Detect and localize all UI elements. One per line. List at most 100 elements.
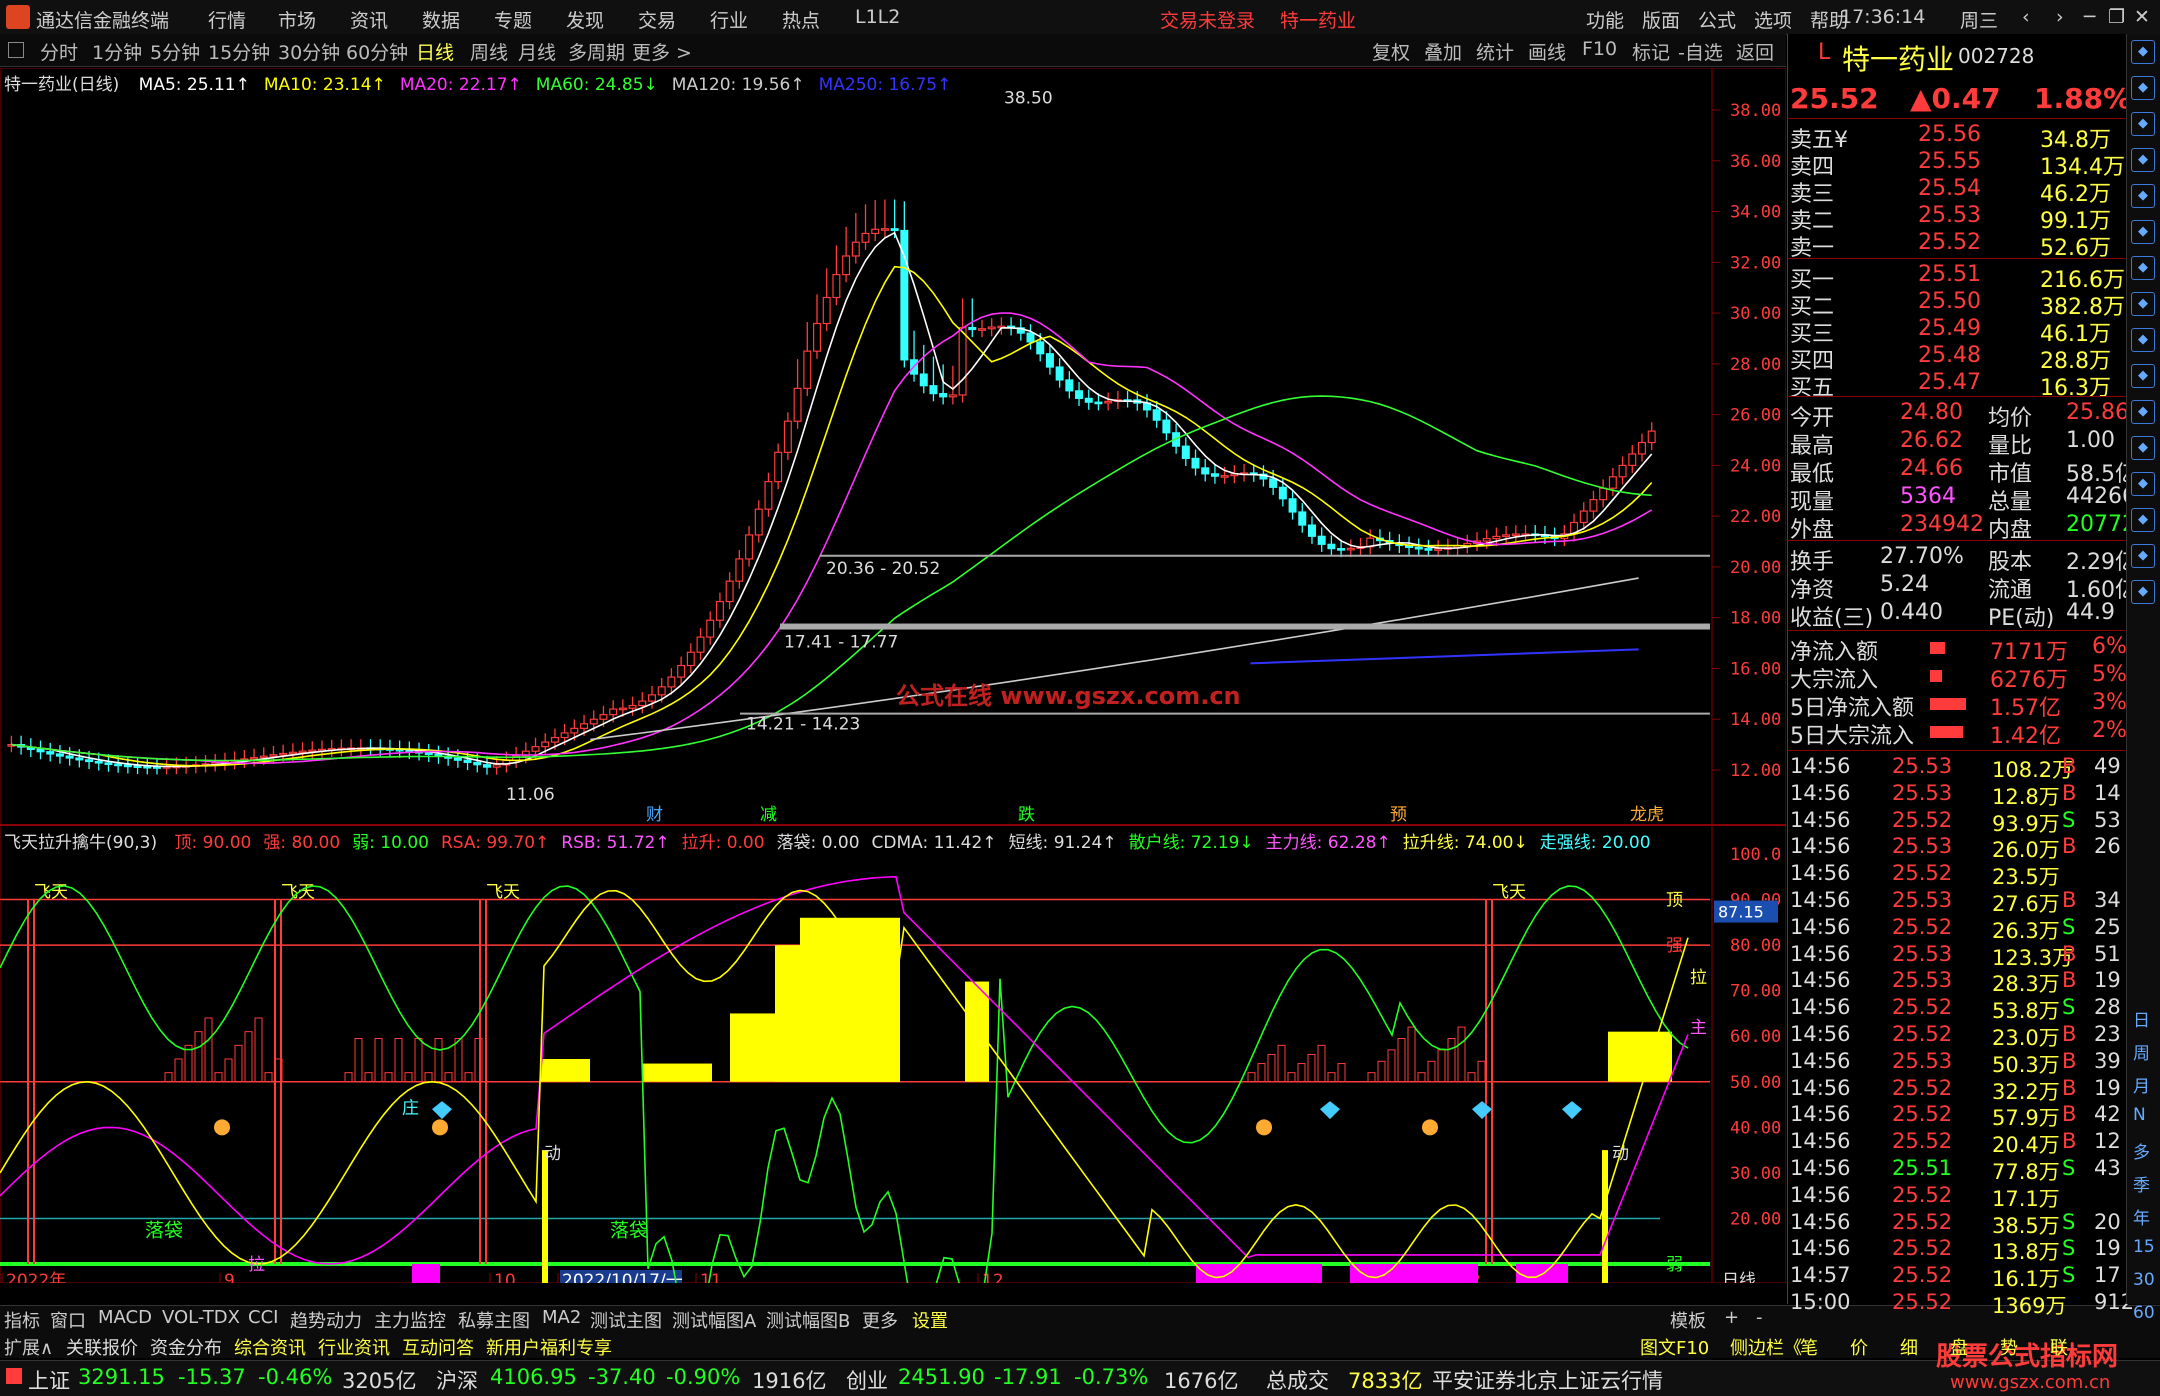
template-tab-1[interactable]: + — [1724, 1307, 1739, 1328]
period-9[interactable]: 多周期 — [568, 38, 625, 65]
indicator-tab-5[interactable]: 趋势动力 — [290, 1307, 362, 1333]
right-menu-2[interactable]: 公式 — [1698, 6, 1736, 33]
side-tool-icon[interactable]: ◆ — [2131, 328, 2155, 352]
period-shortcut[interactable]: N — [2133, 1105, 2146, 1125]
side-tool-icon[interactable]: ◆ — [2131, 508, 2155, 532]
period-shortcut[interactable]: 月 — [2133, 1072, 2150, 1097]
indicator-tab-3[interactable]: VOL-TDX — [162, 1307, 240, 1328]
template-tab-0[interactable]: 模板 — [1670, 1307, 1706, 1333]
chart-tool-0[interactable]: 复权 — [1372, 38, 1410, 65]
side-tool-icon[interactable]: ◆ — [2131, 76, 2155, 100]
side-tab-5[interactable]: 盘 — [1950, 1334, 1968, 1360]
menu-5[interactable]: 发现 — [566, 6, 604, 33]
menu-3[interactable]: 数据 — [422, 6, 460, 33]
minimize-icon[interactable]: ─ — [2084, 6, 2095, 28]
indicator-tab-7[interactable]: 私募主图 — [458, 1307, 530, 1333]
side-tool-icon[interactable]: ◆ — [2131, 40, 2155, 64]
chart-tool-4[interactable]: F10 — [1582, 38, 1617, 60]
indicator-tab-8[interactable]: MA2 — [542, 1307, 581, 1328]
collapse-icon[interactable] — [8, 42, 24, 58]
side-tab-2[interactable]: 笔 — [1800, 1334, 1818, 1360]
period-7[interactable]: 周线 — [470, 38, 508, 65]
side-tool-icon[interactable]: ◆ — [2131, 112, 2155, 136]
back-icon[interactable]: ‹ — [2022, 6, 2030, 28]
side-tool-icon[interactable]: ◆ — [2131, 472, 2155, 496]
period-6[interactable]: 日线 — [416, 38, 454, 65]
period-shortcut[interactable]: 60 — [2133, 1303, 2155, 1323]
ext-tab-0[interactable]: 扩展∧ — [4, 1334, 53, 1360]
period-10[interactable]: 更多 > — [632, 38, 692, 65]
menu-9[interactable]: L1L2 — [855, 6, 900, 28]
period-shortcut[interactable]: 季 — [2133, 1171, 2150, 1196]
side-tool-icon[interactable]: ◆ — [2131, 400, 2155, 424]
ext-tab-3[interactable]: 综合资讯 — [234, 1334, 306, 1360]
period-shortcut[interactable]: 30 — [2133, 1270, 2155, 1290]
menu-0[interactable]: 行情 — [208, 6, 246, 33]
indicator-tab-2[interactable]: MACD — [98, 1307, 152, 1328]
period-3[interactable]: 15分钟 — [208, 38, 270, 65]
period-8[interactable]: 月线 — [518, 38, 556, 65]
restore-icon[interactable]: ❐ — [2108, 6, 2125, 28]
period-0[interactable]: 分时 — [40, 38, 78, 65]
period-shortcut[interactable]: 多 — [2133, 1138, 2150, 1163]
side-tab-0[interactable]: 图文F10 — [1640, 1334, 1709, 1360]
indicator-tab-6[interactable]: 主力监控 — [374, 1307, 446, 1333]
period-5[interactable]: 60分钟 — [346, 38, 408, 65]
side-tool-icon[interactable]: ◆ — [2131, 364, 2155, 388]
side-tool-icon[interactable]: ◆ — [2131, 184, 2155, 208]
period-shortcut[interactable]: 日 — [2133, 1006, 2150, 1031]
indicator-chart[interactable]: 100.090.0080.0070.0060.0050.0040.0030.00… — [0, 845, 1781, 1283]
right-menu-4[interactable]: 帮助 — [1810, 6, 1848, 33]
template-tab-2[interactable]: - — [1756, 1307, 1763, 1328]
period-1[interactable]: 1分钟 — [92, 38, 142, 65]
indicator-tab-1[interactable]: 窗口 — [50, 1307, 86, 1333]
side-tab-1[interactable]: 侧边栏《 — [1730, 1334, 1802, 1360]
side-tab-7[interactable]: 联 — [2050, 1334, 2068, 1360]
forward-icon[interactable]: › — [2056, 6, 2064, 28]
period-2[interactable]: 5分钟 — [150, 38, 200, 65]
side-tool-icon[interactable]: ◆ — [2131, 292, 2155, 316]
right-menu-1[interactable]: 版面 — [1642, 6, 1680, 33]
indicator-tab-9[interactable]: 测试主图 — [590, 1307, 662, 1333]
indicator-tab-10[interactable]: 测试幅图A — [672, 1307, 756, 1333]
period-shortcut[interactable]: 周 — [2133, 1039, 2150, 1064]
menu-2[interactable]: 资讯 — [350, 6, 388, 33]
period-shortcut[interactable]: 15 — [2133, 1237, 2155, 1257]
period-shortcut[interactable]: 年 — [2133, 1204, 2150, 1229]
side-tool-icon[interactable]: ◆ — [2131, 580, 2155, 604]
ext-tab-6[interactable]: 新用户福利专享 — [486, 1334, 612, 1360]
side-tool-icon[interactable]: ◆ — [2131, 256, 2155, 280]
chart-tool-3[interactable]: 画线 — [1528, 38, 1566, 65]
right-menu-3[interactable]: 选项 — [1754, 6, 1792, 33]
side-tool-icon[interactable]: ◆ — [2131, 220, 2155, 244]
trade-status[interactable]: 交易未登录 — [1160, 6, 1255, 33]
menu-4[interactable]: 专题 — [494, 6, 532, 33]
side-tool-icon[interactable]: ◆ — [2131, 544, 2155, 568]
right-menu-0[interactable]: 功能 — [1586, 6, 1624, 33]
ext-tab-5[interactable]: 互动问答 — [402, 1334, 474, 1360]
chart-tool-2[interactable]: 统计 — [1476, 38, 1514, 65]
menu-1[interactable]: 市场 — [278, 6, 316, 33]
chart-tool-5[interactable]: 标记 — [1632, 38, 1670, 65]
period-4[interactable]: 30分钟 — [278, 38, 340, 65]
side-tool-icon[interactable]: ◆ — [2131, 436, 2155, 460]
menu-6[interactable]: 交易 — [638, 6, 676, 33]
menu-7[interactable]: 行业 — [710, 6, 748, 33]
kline-chart-area[interactable]: 38.00 36.00 34.00 32.00 30.00 28.00 26.00 24.00… — [0, 68, 1786, 1283]
main-chart[interactable]: 38.00 36.00 34.00 32.00 30.00 28.00 26.00 24.00… — [0, 68, 1786, 1283]
side-tab-4[interactable]: 细 — [1900, 1334, 1918, 1360]
side-tab-3[interactable]: 价 — [1850, 1334, 1868, 1360]
side-tab-6[interactable]: 势 — [2000, 1334, 2018, 1360]
side-tool-icon[interactable]: ◆ — [2131, 148, 2155, 172]
indicator-tab-11[interactable]: 测试幅图B — [766, 1307, 850, 1333]
chart-tool-1[interactable]: 叠加 — [1424, 38, 1462, 65]
chart-tool-6[interactable]: -自选 — [1678, 38, 1723, 65]
ext-tab-4[interactable]: 行业资讯 — [318, 1334, 390, 1360]
indicator-tab-12[interactable]: 更多 — [862, 1307, 898, 1333]
chart-tool-7[interactable]: 返回 — [1736, 38, 1774, 65]
ext-tab-2[interactable]: 资金分布 — [150, 1334, 222, 1360]
ext-tab-1[interactable]: 关联报价 — [66, 1334, 138, 1360]
indicator-tab-13[interactable]: 设置 — [912, 1307, 948, 1333]
indicator-tab-0[interactable]: 指标 — [4, 1307, 40, 1333]
close-icon[interactable]: ✕ — [2134, 6, 2150, 28]
